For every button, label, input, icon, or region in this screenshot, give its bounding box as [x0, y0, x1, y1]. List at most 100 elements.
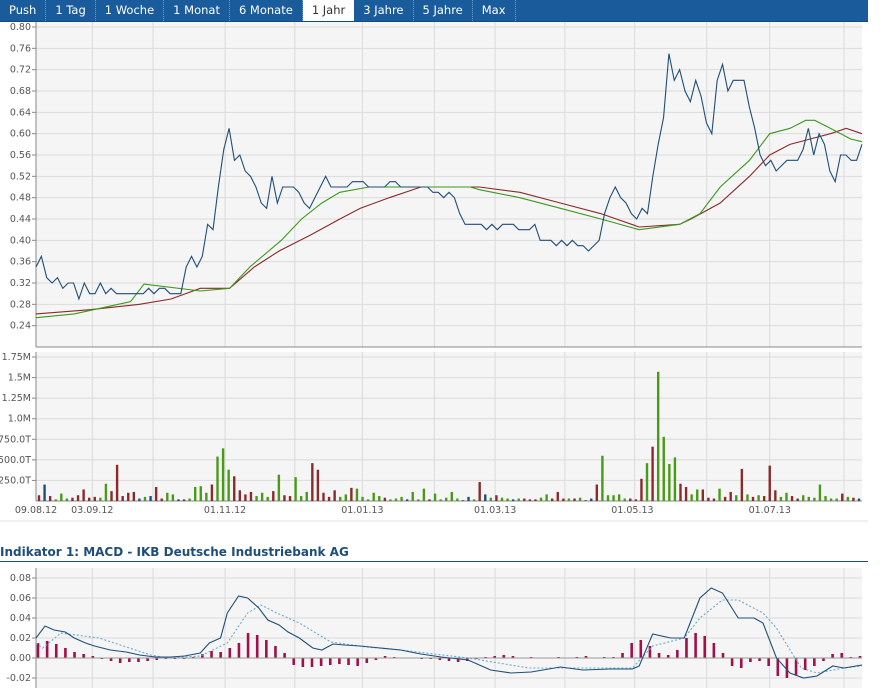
volume-axis-tick-label: 750.0T [0, 434, 31, 445]
price-axis-tick-label: 0.40 [10, 235, 31, 246]
macd-panel-background [36, 568, 862, 688]
volume-bar [478, 482, 481, 501]
volume-bar [450, 491, 453, 501]
volume-bar [472, 499, 476, 501]
volume-bar [807, 496, 810, 501]
volume-bar [205, 492, 208, 501]
macd-histogram-bar [685, 638, 688, 658]
price-axis-tick-label: 0.48 [10, 193, 31, 204]
volume-bar [193, 487, 197, 501]
macd-histogram-bar [703, 636, 707, 658]
volume-bar [539, 497, 543, 501]
volume-bar [629, 498, 632, 501]
tab-5-jahre[interactable]: 5 Jahre [414, 0, 473, 21]
volume-bar [802, 495, 805, 501]
macd-histogram-bar [676, 650, 679, 658]
volume-bar [550, 498, 554, 501]
tab-max[interactable]: Max [473, 0, 516, 21]
volume-bar [149, 496, 152, 501]
volume-bar [48, 496, 52, 501]
volume-bar [104, 483, 108, 501]
tab-1-jahr[interactable]: 1 Jahr [302, 0, 355, 21]
volume-bar [428, 499, 431, 501]
volume-bar [383, 497, 387, 501]
macd-histogram-bar [210, 651, 213, 658]
volume-bar [701, 489, 705, 501]
volume-bar [606, 495, 610, 501]
volume-bar [65, 498, 69, 501]
macd-histogram-bar [639, 640, 643, 658]
volume-bar [221, 448, 225, 501]
macd-histogram-bar [365, 658, 369, 663]
tab-3-jahre[interactable]: 3 Jahre [354, 0, 414, 21]
volume-bar [590, 498, 593, 501]
timeframe-tabs: Push 1 Tag 1 Woche 1 Monat 6 Monate 1 Ja… [0, 0, 868, 22]
macd-histogram-bar [228, 648, 232, 658]
tab-push[interactable]: Push [0, 0, 47, 21]
volume-bar [729, 491, 732, 501]
volume-bar [534, 499, 537, 501]
volume-bar [573, 498, 576, 501]
volume-bar [199, 486, 202, 501]
volume-bar [567, 498, 571, 501]
volume-bar [813, 497, 816, 501]
macd-axis-tick-label: 0.06 [10, 593, 31, 604]
macd-axis-tick-label: 0.02 [10, 633, 31, 644]
price-axis-tick-label: 0.36 [10, 257, 31, 268]
macd-histogram-bar [712, 643, 716, 658]
macd-histogram-bar [621, 653, 624, 658]
price-panel-background [36, 22, 862, 347]
date-label: 03.09.12 [71, 505, 113, 516]
volume-bar [288, 496, 292, 501]
price-axis-tick-label: 0.32 [10, 278, 31, 289]
macd-histogram-bar [657, 653, 661, 658]
volume-bar [372, 492, 375, 501]
volume-bar [484, 494, 487, 501]
volume-bar [790, 496, 794, 501]
volume-bar [523, 498, 526, 501]
price-axis-tick-label: 0.64 [10, 107, 31, 118]
volume-bar [740, 468, 744, 501]
volume-bar [623, 498, 626, 501]
volume-bar [511, 499, 515, 501]
volume-bar [210, 484, 214, 501]
date-label: 01.01.13 [341, 505, 383, 516]
volume-bar [305, 491, 308, 501]
volume-bar [712, 498, 716, 501]
date-label: 01.03.13 [474, 505, 516, 516]
volume-bar [746, 494, 749, 501]
volume-bar [249, 491, 253, 501]
indicator-title: Indikator 1: MACD - IKB Deutsche Industr… [0, 545, 868, 562]
volume-bar [690, 494, 693, 501]
macd-histogram-bar [739, 658, 743, 668]
tab-6-monate[interactable]: 6 Monate [230, 0, 303, 21]
volume-bar [411, 491, 414, 501]
macd-histogram-bar [721, 653, 725, 658]
tab-1-monat[interactable]: 1 Monat [164, 0, 230, 21]
volume-bar [154, 487, 158, 501]
volume-bar [723, 496, 727, 501]
macd-histogram-bar [118, 658, 122, 663]
tab-1-woche[interactable]: 1 Woche [96, 0, 165, 21]
volume-bar [556, 491, 559, 501]
volume-bar [707, 497, 710, 501]
volume-bar [227, 469, 230, 501]
volume-axis-tick-label: 500.0T [0, 455, 31, 466]
volume-bar [852, 497, 855, 501]
volume-bar [445, 497, 448, 501]
volume-bar [645, 463, 649, 501]
macd-histogram-bar [274, 646, 277, 658]
price-axis-tick-label: 0.76 [10, 43, 31, 54]
volume-bar [244, 494, 247, 501]
price-axis-tick-label: 0.80 [10, 22, 31, 33]
volume-bar [93, 496, 96, 501]
macd-histogram-bar [310, 658, 314, 667]
macd-histogram-bar [292, 658, 296, 665]
price-axis-tick-label: 0.52 [10, 171, 31, 182]
volume-bar [110, 491, 113, 501]
volume-bar [327, 496, 331, 501]
volume-bar [651, 446, 654, 501]
macd-histogram-bar [767, 658, 770, 666]
volume-axis-tick-label: 1.0M [8, 414, 31, 425]
tab-1-tag[interactable]: 1 Tag [46, 0, 96, 21]
